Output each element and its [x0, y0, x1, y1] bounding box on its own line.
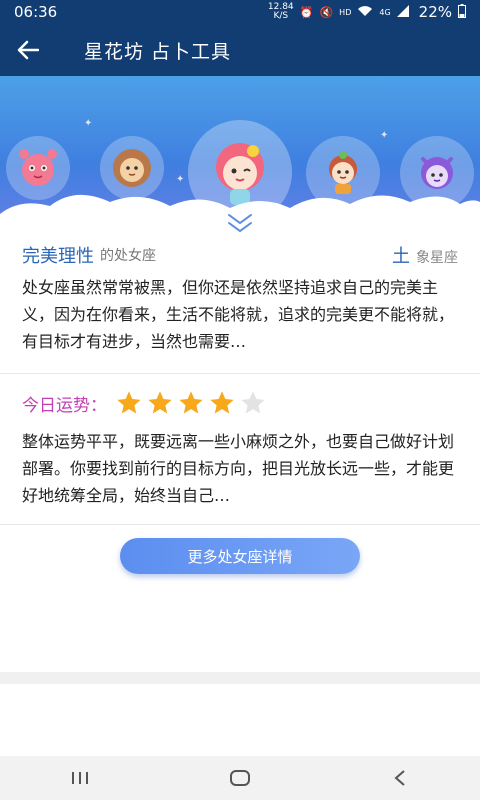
personality-description: 处女座虽然常常被黑，但你还是依然坚持追求自己的完美主义，因为在你看来，生活不能将…	[22, 278, 455, 351]
fortune-header: 今日运势：	[22, 384, 458, 422]
star-filled-icon	[117, 391, 141, 414]
fortune-section: 今日运势： 整体运势平平，既要远离一些小麻烦之外，也要自己做好计划部署。你要找到…	[0, 384, 480, 509]
sparkle-icon: ✦	[380, 130, 389, 141]
divider	[0, 373, 480, 374]
signal-label: 4G	[379, 7, 391, 17]
arrow-left-icon	[17, 40, 39, 60]
alarm-icon: ⏰	[299, 5, 314, 19]
battery-icon	[458, 3, 466, 21]
element-label: 象星座	[416, 250, 458, 266]
app-bar: 星花坊 占卜工具	[0, 24, 480, 76]
signal-icon	[396, 4, 409, 20]
recent-apps-icon	[72, 772, 88, 784]
back-nav-icon	[394, 770, 405, 786]
fortune-description: 整体运势平平，既要远离一些小麻烦之外，也要自己做好计划部署。你要找到前行的目标方…	[22, 432, 455, 505]
fortune-rating	[115, 389, 267, 417]
back-button[interactable]	[0, 24, 56, 76]
wifi-icon	[357, 5, 373, 20]
more-details-button[interactable]: 更多处女座详情	[120, 538, 360, 574]
zodiac-sign-label: 的处女座	[100, 248, 156, 264]
personality-trait: 完美理性	[22, 246, 94, 267]
star-filled-icon	[179, 391, 203, 414]
hd-label: HD	[339, 7, 352, 17]
star-filled-icon	[148, 391, 172, 414]
star-filled-icon	[210, 391, 234, 414]
star-empty-icon	[241, 391, 265, 414]
chevron-down-icon[interactable]	[224, 212, 256, 234]
status-bar: 06:36 12.84 K/S ⏰ 🔇 HD 4G 22%	[0, 0, 480, 24]
element-tag: 土 象星座	[392, 242, 458, 268]
recent-apps-button[interactable]	[50, 756, 110, 800]
personality-section: 完美理性 的处女座 土 象星座 处女座虽然常常被黑，但你还是依然坚持追求自己的完…	[0, 236, 480, 355]
personality-header: 完美理性 的处女座 土 象星座	[22, 236, 458, 274]
status-icons: 12.84 K/S ⏰ 🔇 HD 4G 22%	[268, 3, 466, 21]
back-nav-button[interactable]	[370, 756, 430, 800]
system-nav-bar	[0, 756, 480, 800]
sparkle-icon: ✦	[84, 118, 93, 129]
status-time: 06:36	[14, 3, 58, 21]
element-name: 土	[392, 246, 410, 267]
bottom-separator	[0, 672, 480, 684]
mute-icon: 🔇	[319, 5, 334, 19]
home-button[interactable]	[210, 756, 270, 800]
page-title: 星花坊 占卜工具	[84, 40, 232, 63]
divider	[0, 524, 480, 525]
home-icon	[230, 770, 250, 786]
fortune-label: 今日运势：	[22, 395, 107, 416]
net-speed: 12.84 K/S	[267, 2, 294, 21]
battery-text: 22%	[418, 3, 452, 21]
